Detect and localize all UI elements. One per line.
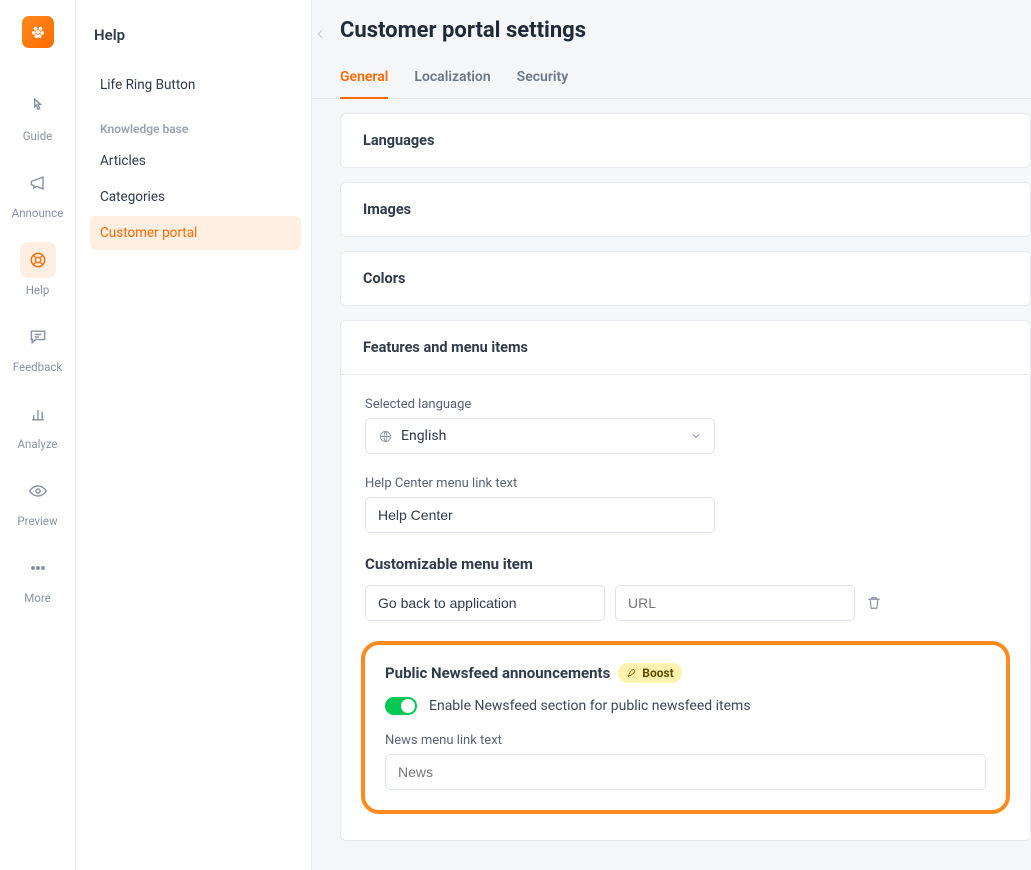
megaphone-icon: [28, 173, 48, 193]
rail-label: Feedback: [13, 360, 62, 374]
icon-rail: Guide Announce Help Feedback Analyze Pre…: [0, 0, 76, 870]
side-link-life-ring[interactable]: Life Ring Button: [90, 68, 301, 102]
tab-security[interactable]: Security: [517, 61, 569, 98]
custom-menu-text-wrap: [365, 585, 605, 621]
custom-menu-title: Customizable menu item: [365, 555, 1006, 573]
rail-item-announce[interactable]: Announce: [0, 157, 75, 234]
rail-label: More: [24, 591, 51, 605]
rail-label: Guide: [23, 129, 53, 143]
tab-general[interactable]: General: [340, 61, 388, 99]
lifebuoy-icon: [28, 250, 48, 270]
back-button[interactable]: [312, 24, 330, 44]
custom-menu-text-input[interactable]: [378, 595, 592, 611]
page-title: Customer portal settings: [340, 18, 1003, 43]
boost-badge: Boost: [618, 663, 681, 683]
rail-label: Preview: [17, 514, 57, 528]
chevron-left-icon: [313, 27, 327, 41]
kb-heading: Knowledge base: [90, 104, 301, 144]
news-menu-input[interactable]: [398, 764, 973, 780]
custom-menu-url-input[interactable]: [628, 595, 842, 611]
rail-label: Analyze: [17, 437, 57, 451]
rail-label: Help: [26, 283, 50, 297]
rail-item-help[interactable]: Help: [0, 234, 75, 311]
card-title: Images: [363, 201, 1008, 218]
newsfeed-toggle[interactable]: [385, 697, 417, 715]
tab-localization[interactable]: Localization: [414, 61, 490, 98]
side-title: Help: [94, 26, 297, 44]
rail-label: Announce: [12, 206, 64, 220]
side-link-categories[interactable]: Categories: [90, 180, 301, 214]
card-title: Features and menu items: [363, 339, 1008, 356]
chevron-down-icon: [690, 430, 702, 442]
card-title: Languages: [363, 132, 1008, 149]
rail-item-analyze[interactable]: Analyze: [0, 388, 75, 465]
news-menu-input-wrap: [385, 754, 986, 790]
rocket-icon: [626, 667, 638, 679]
newsfeed-highlight: Public Newsfeed announcements Boost Enab…: [361, 641, 1010, 814]
side-link-customer-portal[interactable]: Customer portal: [90, 216, 301, 250]
card-images[interactable]: Images: [340, 182, 1031, 237]
side-link-articles[interactable]: Articles: [90, 144, 301, 178]
grape-icon: [28, 22, 48, 42]
selected-language-value: English: [401, 428, 446, 444]
news-menu-label: News menu link text: [385, 733, 986, 748]
custom-menu-url-wrap: [615, 585, 855, 621]
globe-icon: [378, 429, 393, 444]
card-languages[interactable]: Languages: [340, 113, 1031, 168]
card-colors[interactable]: Colors: [340, 251, 1031, 306]
boost-label: Boost: [642, 666, 673, 680]
rail-item-more[interactable]: More: [0, 542, 75, 619]
chat-icon: [28, 327, 48, 347]
card-features: Features and menu items Selected languag…: [340, 320, 1031, 841]
newsfeed-title: Public Newsfeed announcements: [385, 664, 610, 682]
app-logo: [22, 16, 54, 48]
card-title: Colors: [363, 270, 1008, 287]
chart-icon: [28, 404, 48, 424]
selected-language-select[interactable]: English: [365, 418, 715, 454]
eye-icon: [28, 481, 48, 501]
rail-item-feedback[interactable]: Feedback: [0, 311, 75, 388]
rail-item-guide[interactable]: Guide: [0, 80, 75, 157]
help-center-input[interactable]: [378, 507, 702, 523]
help-center-label: Help Center menu link text: [365, 476, 1006, 491]
side-panel: Help Life Ring Button Knowledge base Art…: [76, 0, 312, 870]
rail-item-preview[interactable]: Preview: [0, 465, 75, 542]
help-center-input-wrap: [365, 497, 715, 533]
tabs: General Localization Security: [312, 61, 1031, 99]
selected-language-label: Selected language: [365, 397, 1006, 412]
newsfeed-toggle-label: Enable Newsfeed section for public newsf…: [429, 698, 751, 714]
pointer-icon: [28, 96, 48, 116]
trash-icon[interactable]: [865, 594, 883, 612]
main-area: Customer portal settings General Localiz…: [312, 0, 1031, 870]
dots-icon: [28, 558, 48, 578]
